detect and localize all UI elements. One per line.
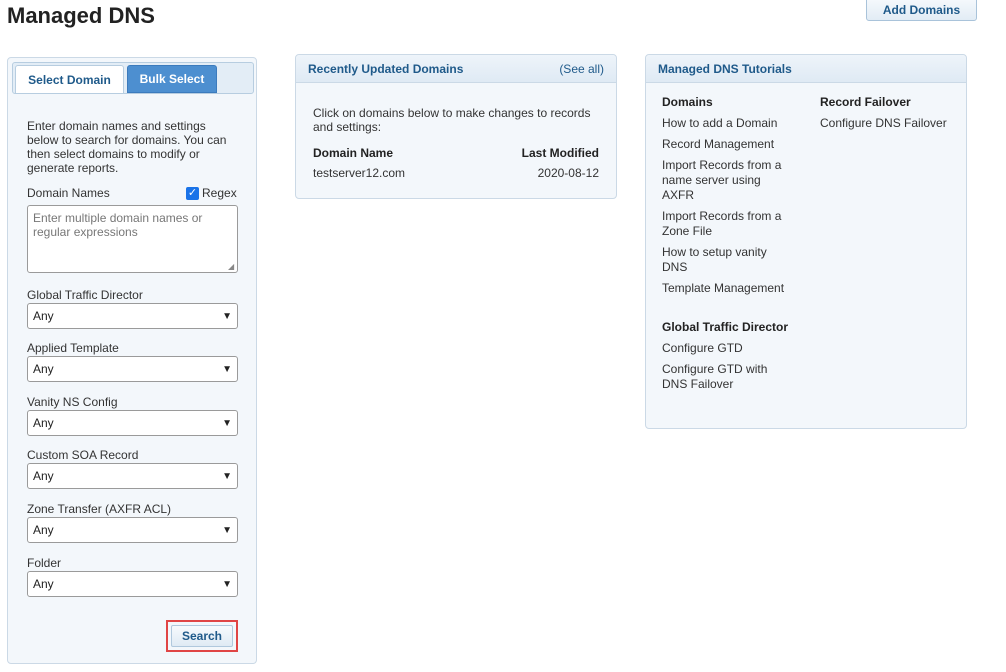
recent-domains-description: Click on domains below to make changes t… xyxy=(313,106,591,134)
tutorials-title: Managed DNS Tutorials xyxy=(658,61,792,76)
resize-handle-icon[interactable]: ◢ xyxy=(228,263,236,271)
tutorials-domains-heading: Domains xyxy=(662,95,713,109)
chevron-down-icon: ▼ xyxy=(222,417,232,429)
tutorial-link[interactable]: How to setup vanity DNS xyxy=(662,245,782,275)
filter-select-axfr[interactable]: Any ▼ xyxy=(27,517,238,543)
filter-select-template[interactable]: Any ▼ xyxy=(27,356,238,382)
domain-names-label: Domain Names xyxy=(27,186,110,200)
filter-value: Any xyxy=(33,309,54,323)
tutorial-link[interactable]: Import Records from a Zone File xyxy=(662,209,792,239)
column-header-domain-name: Domain Name xyxy=(313,146,394,160)
filter-value: Any xyxy=(33,362,54,376)
filter-select-vanity-ns[interactable]: Any ▼ xyxy=(27,410,238,436)
regex-toggle[interactable]: ✓ Regex xyxy=(186,186,237,200)
chevron-down-icon: ▼ xyxy=(222,363,232,375)
chevron-down-icon: ▼ xyxy=(222,470,232,482)
tutorials-header: Managed DNS Tutorials xyxy=(646,55,966,83)
tutorial-link[interactable]: Record Management xyxy=(662,137,802,152)
column-header-last-modified: Last Modified xyxy=(521,146,599,160)
search-instructions: Enter domain names and settings below to… xyxy=(27,119,227,175)
tutorial-link[interactable]: Configure GTD xyxy=(662,341,802,356)
tutorial-link[interactable]: Template Management xyxy=(662,281,802,296)
domain-names-placeholder: Enter multiple domain names or regular e… xyxy=(33,211,203,239)
domain-link[interactable]: testserver12.com xyxy=(313,166,405,180)
regex-label: Regex xyxy=(202,186,237,200)
tutorial-link[interactable]: Configure DNS Failover xyxy=(820,116,960,131)
search-button[interactable]: Search xyxy=(171,625,233,647)
tutorial-link[interactable]: Import Records from a name server using … xyxy=(662,158,792,203)
chevron-down-icon: ▼ xyxy=(222,310,232,322)
filter-label-vanity-ns: Vanity NS Config xyxy=(27,395,118,409)
filter-label-axfr: Zone Transfer (AXFR ACL) xyxy=(27,502,172,516)
tab-select-domain[interactable]: Select Domain xyxy=(15,65,124,93)
last-modified-value: 2020-08-12 xyxy=(537,166,599,180)
tutorials-gtd-heading: Global Traffic Director xyxy=(662,320,789,334)
regex-checkbox[interactable]: ✓ xyxy=(186,186,199,200)
add-domains-button[interactable]: Add Domains xyxy=(866,0,977,21)
filter-label-folder: Folder xyxy=(27,556,62,570)
tutorials-panel: Managed DNS Tutorials Domains How to add… xyxy=(645,54,967,429)
filter-label-template: Applied Template xyxy=(27,341,119,355)
filter-value: Any xyxy=(33,523,54,537)
filter-select-folder[interactable]: Any ▼ xyxy=(27,571,238,597)
page-title: Managed DNS xyxy=(7,3,155,28)
filter-select-gtd[interactable]: Any ▼ xyxy=(27,303,238,329)
checkmark-icon: ✓ xyxy=(187,186,198,199)
tutorials-failover-heading: Record Failover xyxy=(820,95,911,109)
chevron-down-icon: ▼ xyxy=(222,578,232,590)
filter-select-soa[interactable]: Any ▼ xyxy=(27,463,238,489)
tutorial-link[interactable]: Configure GTD with DNS Failover xyxy=(662,362,782,392)
chevron-down-icon: ▼ xyxy=(222,524,232,536)
recent-domains-header: Recently Updated Domains (See all) xyxy=(296,55,616,83)
recent-domains-panel: Recently Updated Domains (See all) Click… xyxy=(295,54,617,199)
filter-value: Any xyxy=(33,469,54,483)
recent-domains-title: Recently Updated Domains xyxy=(308,61,464,76)
filter-label-soa: Custom SOA Record xyxy=(27,448,139,462)
filter-label-gtd: Global Traffic Director xyxy=(27,288,143,302)
tab-bar: Select Domain Bulk Select xyxy=(12,62,254,94)
filter-value: Any xyxy=(33,416,54,430)
search-button-highlight: Search xyxy=(166,620,238,652)
domain-names-input[interactable]: Enter multiple domain names or regular e… xyxy=(27,205,238,273)
tab-bulk-select[interactable]: Bulk Select xyxy=(127,65,217,93)
filter-value: Any xyxy=(33,577,54,591)
bulk-search-panel: Select Domain Bulk Select Enter domain n… xyxy=(7,57,257,664)
tutorial-link[interactable]: How to add a Domain xyxy=(662,116,802,131)
see-all-link[interactable]: (See all) xyxy=(559,62,604,76)
